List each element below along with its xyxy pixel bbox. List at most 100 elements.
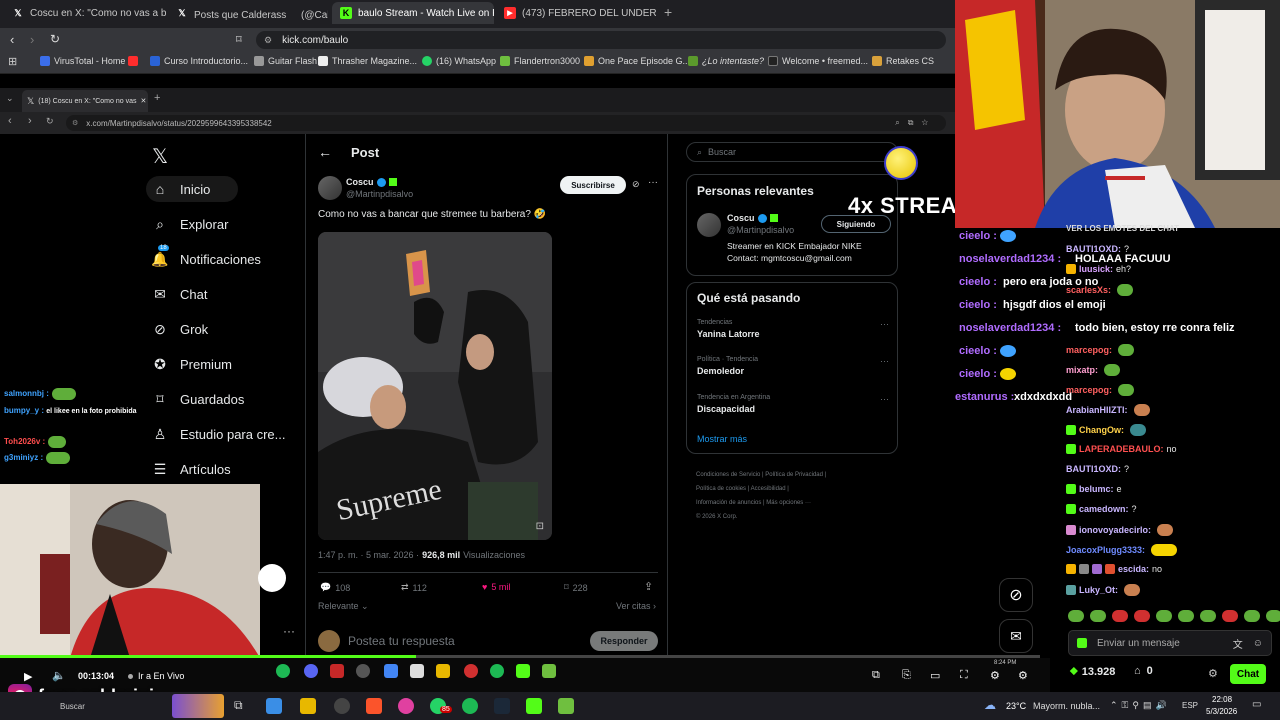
new-tab-icon[interactable]: + <box>664 4 672 20</box>
search-input[interactable]: ⌕ Buscar <box>686 142 898 162</box>
apps-grid-icon[interactable]: ⊞ <box>8 55 17 68</box>
taskbar-search[interactable]: Buscar <box>60 702 85 711</box>
inner-tab[interactable]: 𝕏 (18) Coscu en X: "Como no vas ✕ <box>22 90 148 112</box>
bookmark-item[interactable]: VirusTotal - Home <box>40 56 125 66</box>
show-more-link[interactable]: Mostrar más <box>697 434 747 444</box>
forward-icon[interactable]: › <box>28 115 32 127</box>
reply-button[interactable]: Responder <box>590 631 658 651</box>
translate-icon[interactable]: 文 <box>1233 636 1243 651</box>
emote-icon[interactable] <box>1266 610 1280 622</box>
tray-icons[interactable]: ⌃⚿⚲▤🔊 <box>1110 700 1171 711</box>
image-alt-icon[interactable]: ⊡ <box>536 521 544 532</box>
x-logo-icon[interactable]: 𝕏 <box>152 144 168 169</box>
outer-tab-1[interactable]: 𝕏 Coscu en X: "Como no vas a bancar q <box>4 2 166 24</box>
author-row[interactable]: Coscu <box>346 177 397 187</box>
repost-count[interactable]: ⇄ 112 <box>401 582 427 593</box>
bookmark-icon[interactable]: ⌑ <box>236 33 242 46</box>
outer-url-field[interactable]: ⚙ kick.com/baulo <box>256 31 946 49</box>
nav-item-articles[interactable]: ☰ Artículos <box>152 461 231 477</box>
emote-icon[interactable] <box>1090 610 1106 622</box>
store-icon[interactable] <box>266 698 282 714</box>
bookmark-item[interactable]: Guitar Flash <box>254 56 317 66</box>
settings-icon[interactable]: ⚙ <box>1018 669 1028 682</box>
emote-icon[interactable] <box>1134 610 1150 622</box>
clock-time[interactable]: 22:08 <box>1212 695 1232 704</box>
trend-item[interactable]: Tendencias Yanina Latorre ··· <box>697 319 889 339</box>
fullscreen-icon[interactable]: ⛶ <box>960 669 968 682</box>
bookmark-item[interactable]: Curso Introductorio... <box>150 56 248 66</box>
trend-item[interactable]: Política · Tendencia Demoledor ··· <box>697 356 889 376</box>
post-image[interactable]: Supreme ⊡ <box>318 232 552 540</box>
brave-icon[interactable] <box>366 698 382 714</box>
new-tab-icon[interactable]: + <box>154 92 160 104</box>
emote-icon[interactable] <box>1244 610 1260 622</box>
close-icon[interactable]: ✕ <box>140 97 146 105</box>
notifications-icon[interactable]: ▭ <box>1252 699 1261 710</box>
avatar[interactable] <box>697 213 721 237</box>
messages-float-button[interactable]: ✉ <box>999 619 1033 653</box>
nav-item-chat[interactable]: ✉ Chat <box>152 286 207 302</box>
trend-item[interactable]: Tendencia en Argentina Discapacidad ··· <box>697 394 889 414</box>
bookmark-item[interactable]: Thrasher Magazine... <box>318 56 417 66</box>
share-icon[interactable]: ⇪ <box>644 580 653 593</box>
emote-icon[interactable] <box>1112 610 1128 622</box>
chat-message-input[interactable]: Enviar un mensaje 文 ☺ <box>1068 630 1272 656</box>
relevant-sort[interactable]: Relevante ⌄ <box>318 601 369 612</box>
more-icon[interactable]: ··· <box>283 624 295 638</box>
folder-icon[interactable] <box>300 698 316 714</box>
play-icon[interactable]: ▶ <box>24 670 32 683</box>
back-icon[interactable]: ‹ <box>10 32 14 47</box>
send-chat-button[interactable]: Chat <box>1230 664 1266 684</box>
emote-icon[interactable] <box>1068 610 1084 622</box>
volume-icon[interactable]: 🔈 <box>52 669 66 682</box>
points-display[interactable]: ⬥ 13.928 <box>1070 665 1115 678</box>
grok-icon[interactable]: ⊘ <box>632 179 640 190</box>
weather-text[interactable]: Mayorm. nubla... <box>1033 701 1100 711</box>
theater-icon[interactable]: ▭ <box>930 669 940 682</box>
emotes-header-link[interactable]: VER LOS EMOTES DEL CHAT <box>1066 224 1179 233</box>
reload-icon[interactable]: ↻ <box>50 32 60 46</box>
reload-icon[interactable]: ↻ <box>46 116 54 127</box>
outer-tab-4[interactable]: ▶ (473) FEBRERO DEL UNDER ARGENTI <box>496 2 656 24</box>
relevant-author[interactable]: Coscu <box>727 213 778 223</box>
nav-item-premium[interactable]: ✪ Premium <box>152 356 232 372</box>
grok-float-button[interactable]: ⊘ <box>999 578 1033 612</box>
obs-icon[interactable] <box>334 698 350 714</box>
back-icon[interactable]: ‹ <box>8 115 12 127</box>
bookmark-item[interactable]: Retakes CS <box>872 56 934 66</box>
kick-icon[interactable] <box>526 698 542 714</box>
like-count[interactable]: ♥ 5 mil <box>482 582 510 592</box>
spotify-icon[interactable] <box>462 698 478 714</box>
bookmark-item[interactable]: ¿Lo intentaste? <box>688 56 764 66</box>
nav-item-home[interactable]: ⌂ Inicio <box>152 181 211 197</box>
go-live-button[interactable]: Ir a En Vivo <box>138 671 184 681</box>
nav-item-grok[interactable]: ⊘ Grok <box>152 321 208 337</box>
emote-icon[interactable] <box>1178 610 1194 622</box>
reply-input[interactable]: Postea tu respuesta <box>348 634 455 648</box>
pip-icon[interactable]: ⧉ <box>872 669 880 682</box>
view-quotes-link[interactable]: Ver citas › <box>616 601 656 611</box>
bookmark-item[interactable]: Welcome • freemed... <box>768 56 868 66</box>
inner-url-field[interactable]: ⚙ x.com/Martinpdisalvo/status/2029599643… <box>66 115 946 131</box>
nav-item-studio[interactable]: ♙ Estudio para cre... <box>152 426 286 442</box>
settings-icon[interactable]: ⚙ <box>1208 667 1218 680</box>
emote-icon[interactable] <box>1200 610 1216 622</box>
task-view-icon[interactable]: ⧉ <box>234 698 243 713</box>
nav-item-bookmarks[interactable]: ⌑ Guardados <box>152 391 244 407</box>
steam-icon[interactable] <box>494 698 510 714</box>
clock-date[interactable]: 5/3/2026 <box>1206 707 1237 716</box>
subscribe-button[interactable]: Suscribirse <box>560 176 626 194</box>
weather-temp[interactable]: 23°C <box>1006 701 1026 711</box>
bookmark-item[interactable]: One Pace Episode G... <box>584 56 690 66</box>
outer-tab-3[interactable]: K baulo Stream - Watch Live on Kick ✕ <box>332 2 494 24</box>
site-info-icon[interactable]: ⚙ <box>264 35 272 46</box>
forward-icon[interactable]: › <box>30 32 34 47</box>
emote-icon[interactable] <box>1222 610 1238 622</box>
address-actions-icon[interactable]: ⌕⧉☆ <box>895 118 936 128</box>
more-icon[interactable]: ··· <box>648 177 658 188</box>
language-indicator[interactable]: ESP <box>1182 701 1198 710</box>
nav-item-notifications[interactable]: 🔔 18 Notificaciones <box>151 245 261 267</box>
outer-tab-2[interactable]: 𝕏 Posts que Calderass ㅤ (@CalderinFa <box>168 2 328 24</box>
app-icon[interactable] <box>558 698 574 714</box>
tab-list-icon[interactable]: ⌄ <box>6 93 14 104</box>
